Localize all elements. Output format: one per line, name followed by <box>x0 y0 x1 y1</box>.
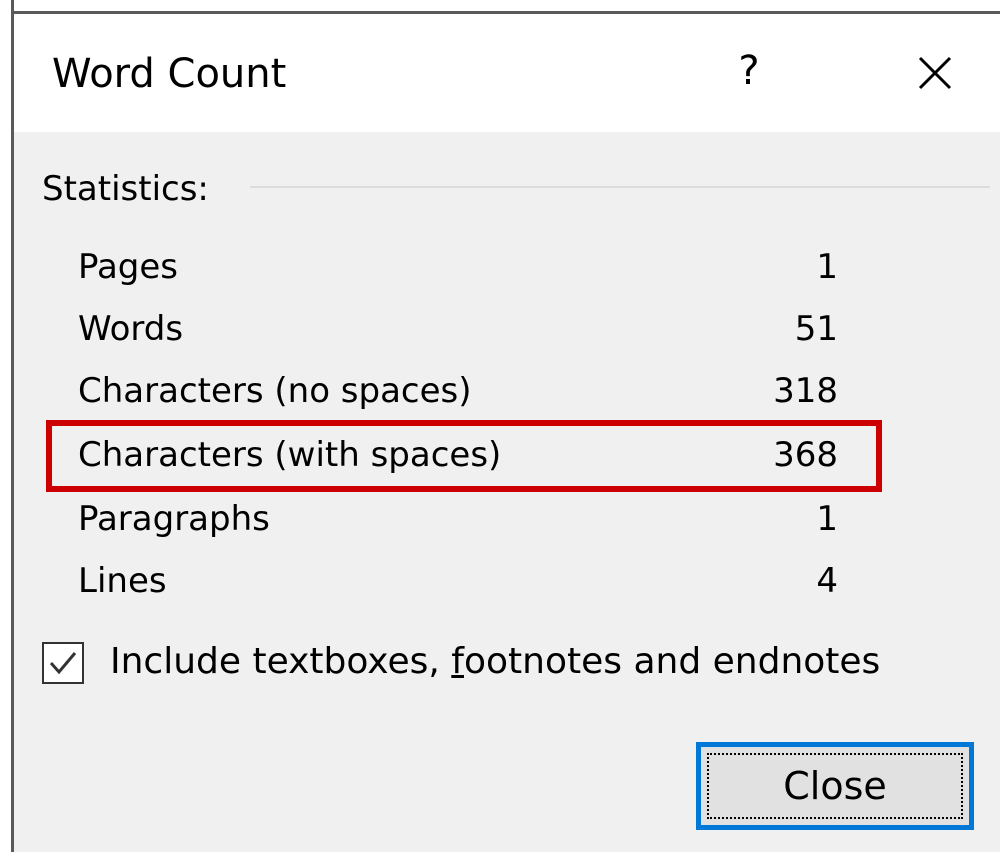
stat-label: Pages <box>78 247 179 287</box>
label-part: ootnotes and endnotes <box>463 641 881 682</box>
dialog-content: Statistics: Pages 1 Words 51 Characters … <box>14 132 1000 852</box>
statistics-group-label: Statistics: <box>42 169 209 209</box>
title-bar[interactable]: Word Count ? <box>14 14 1000 132</box>
stat-row-words: Words 51 <box>78 298 838 360</box>
close-icon[interactable] <box>894 36 974 106</box>
stat-value: 318 <box>773 371 838 411</box>
stat-label: Characters (no spaces) <box>78 371 472 411</box>
stat-label: Lines <box>78 561 167 601</box>
access-key-char: f <box>451 641 464 682</box>
close-button[interactable]: Close <box>696 742 974 830</box>
label-part: Include textboxes, <box>110 641 452 682</box>
stat-label: Paragraphs <box>78 499 270 539</box>
group-divider <box>250 186 990 188</box>
stat-value: 4 <box>816 561 838 601</box>
stat-value: 51 <box>794 309 838 349</box>
close-x-glyph <box>918 56 952 90</box>
stat-label: Words <box>78 309 184 349</box>
stat-value: 1 <box>816 247 838 287</box>
close-button-label: Close <box>707 753 963 819</box>
stat-row-lines: Lines 4 <box>78 550 838 612</box>
window-frame-top <box>0 0 1000 14</box>
highlight-box <box>46 420 882 492</box>
help-button[interactable]: ? <box>714 36 784 106</box>
window-frame-left <box>0 0 14 852</box>
checkmark-icon <box>49 652 77 675</box>
stat-row-paragraphs: Paragraphs 1 <box>78 488 838 550</box>
stat-row-characters-no-spaces: Characters (no spaces) 318 <box>78 360 838 422</box>
include-textboxes-checkbox[interactable] <box>42 642 84 684</box>
stat-row-pages: Pages 1 <box>78 236 838 298</box>
dialog-title: Word Count <box>52 51 287 97</box>
word-count-dialog: Word Count ? Statistics: Pages 1 Words 5… <box>0 0 1000 852</box>
include-textboxes-label[interactable]: Include textboxes, footnotes and endnote… <box>110 638 880 686</box>
stat-value: 1 <box>816 499 838 539</box>
